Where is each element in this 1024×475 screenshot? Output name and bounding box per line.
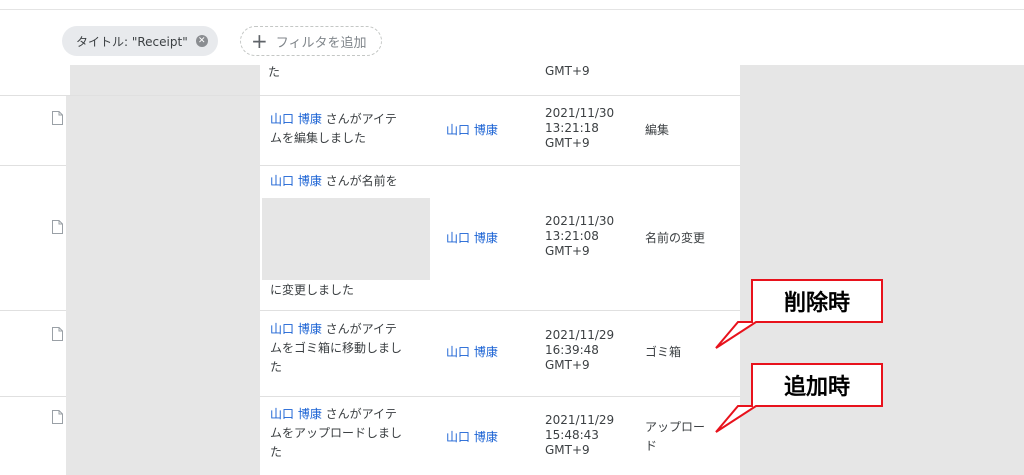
activity-description: 山口 博康 さんがアイテ ムをアップロードしまし た (270, 407, 403, 459)
callout-delete-label: 削除時 (783, 291, 850, 316)
user-link[interactable]: 山口 博康 (270, 322, 322, 336)
partial-row-date: GMT+9 (545, 64, 590, 78)
user-link[interactable]: 山口 博康 (270, 174, 322, 188)
file-icon (52, 111, 63, 125)
file-icon (52, 220, 63, 234)
file-icon (52, 410, 63, 424)
add-filter-button[interactable]: + フィルタを追加 (240, 26, 382, 56)
activity-action: 名前の変更 (645, 231, 706, 245)
redacted-area (66, 96, 260, 475)
user-link[interactable]: 山口 博康 (270, 407, 322, 421)
file-icon (52, 327, 63, 341)
activity-action: ゴミ箱 (645, 345, 682, 359)
add-filter-label: フィルタを追加 (275, 35, 367, 51)
activity-action: アップロード (645, 420, 706, 453)
user-link[interactable]: 山口 博康 (446, 343, 498, 362)
filter-chip-label: タイトル: "Receipt" (76, 34, 188, 49)
user-link[interactable]: 山口 博康 (446, 428, 498, 447)
user-link[interactable]: 山口 博康 (446, 229, 498, 248)
activity-description: 山口 博康 さんがアイテ ムをゴミ箱に移動しまし た (270, 322, 403, 374)
activity-date: 2021/11/29 15:48:43 GMT+9 (545, 413, 615, 457)
redacted-area (70, 65, 260, 95)
activity-description: 山口 博康 さんが名前を (270, 174, 398, 188)
callout-add-label: 追加時 (783, 375, 850, 400)
user-link[interactable]: 山口 博康 (446, 121, 498, 140)
activity-description-tail: に変更しました (270, 283, 355, 297)
redacted-area (262, 198, 430, 280)
user-link[interactable]: 山口 博康 (270, 112, 322, 126)
partial-row-description: た (268, 65, 281, 79)
activity-date: 2021/11/30 13:21:18 GMT+9 (545, 106, 615, 150)
activity-action: 編集 (645, 123, 670, 137)
activity-description: 山口 博康 さんがアイテ ムを編集しました (270, 112, 397, 145)
close-icon[interactable]: ✕ (195, 35, 208, 47)
activity-date: 2021/11/29 16:39:48 GMT+9 (545, 328, 615, 372)
plus-icon: + (251, 29, 268, 53)
activity-date: 2021/11/30 13:21:08 GMT+9 (545, 214, 615, 258)
filter-chip-title[interactable]: タイトル: "Receipt" ✕ (62, 26, 218, 56)
